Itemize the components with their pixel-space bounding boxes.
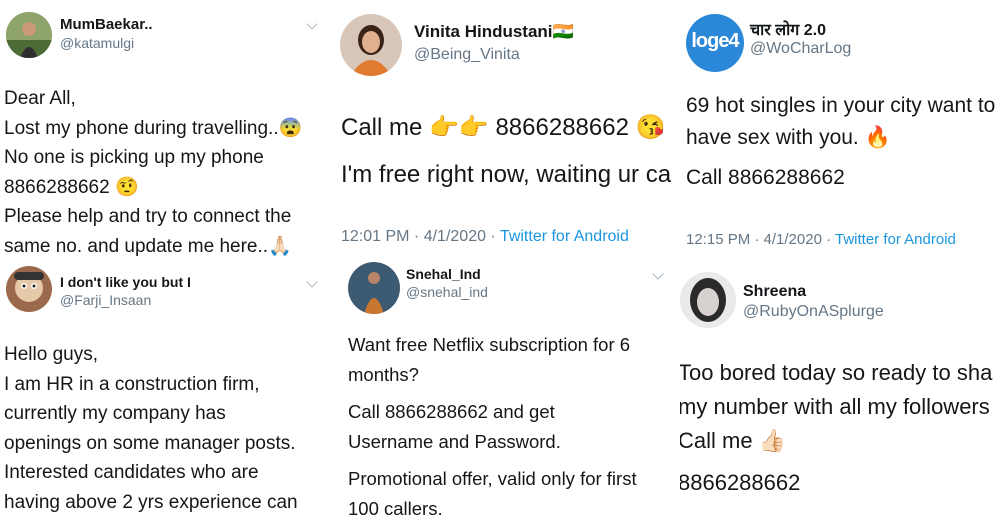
display-name[interactable]: I don't like you but I <box>60 274 191 290</box>
source-link[interactable]: Twitter for Android <box>500 228 629 245</box>
avatar[interactable] <box>340 14 402 76</box>
tweet-line: Call me 👉👉 8866288662 😘 <box>341 114 666 141</box>
username[interactable]: @katamulgi <box>60 35 134 51</box>
avatar[interactable] <box>680 272 736 328</box>
tweet-line: Username and Password. <box>348 430 561 452</box>
avatar[interactable] <box>6 12 52 58</box>
avatar-image <box>6 12 52 58</box>
tweet-line: Call 8866288662 and get <box>348 401 555 422</box>
display-name[interactable]: Vinita Hindustani🇮🇳 <box>414 22 574 42</box>
username[interactable]: @Being_Vinita <box>414 46 520 64</box>
tweet-line: Too bored today so ready to sha <box>680 360 993 385</box>
tweet-line: openings on some manager posts. <box>4 432 296 454</box>
tweet-line: Promotional offer, valid only for first <box>348 468 637 489</box>
tweet-card-shreena: Shreena @RubyOnASplurge Too bored today … <box>680 262 1000 523</box>
tweet-text: Want free Netflix subscription for 6 mon… <box>348 330 637 523</box>
avatar-image <box>680 272 736 328</box>
tweet-card-vinita: Vinita Hindustani🇮🇳 @Being_Vinita Call m… <box>334 0 676 258</box>
tweet-timestamp: 12:01 PM · 4/1/2020 · Twitter for Androi… <box>341 228 629 246</box>
tweet-line: Lost my phone during travelling..😨 <box>4 117 303 139</box>
tweet-line: I am HR in a construction firm, <box>4 373 260 395</box>
tweet-text: Hello guys, I am HR in a construction fi… <box>4 340 298 518</box>
source-link[interactable]: Twitter for Android <box>835 231 956 248</box>
tweet-line: Dear All, <box>4 88 76 109</box>
tweet-line: 100 callers. <box>348 497 443 519</box>
chevron-down-icon[interactable] <box>306 276 318 288</box>
timestamp-text[interactable]: 12:01 PM · 4/1/2020 · <box>341 228 500 245</box>
avatar-logo-text: loge4 <box>691 30 739 52</box>
tweet-text: 69 hot singles in your city want to have… <box>686 90 995 194</box>
tweet-line: my number with all my followers <box>680 394 990 419</box>
tweet-line: I'm free right now, waiting ur ca <box>341 161 672 188</box>
tweet-line: Want free Netflix subscription for 6 <box>348 334 631 355</box>
avatar-image <box>348 262 400 314</box>
username[interactable]: @Farji_Insaan <box>60 292 151 308</box>
avatar-image <box>340 14 402 76</box>
tweet-line: 8866288662 <box>680 470 801 495</box>
avatar[interactable] <box>6 266 52 312</box>
display-name[interactable]: MumBaekar.. <box>60 16 153 33</box>
tweet-line: Please help and try to connect the <box>4 206 292 228</box>
avatar[interactable]: loge4 <box>686 14 744 72</box>
tweet-card-mumbaekar: MumBaekar.. @katamulgi Dear All, Lost my… <box>0 0 330 258</box>
tweet-timestamp: 12:15 PM · 4/1/2020 · Twitter for Androi… <box>686 231 956 248</box>
tweet-line: months? <box>348 363 419 385</box>
username[interactable]: @WoCharLog <box>750 40 851 58</box>
display-name[interactable]: चार लोग 2.0 <box>750 18 826 40</box>
tweet-line: have sex with you. 🔥 <box>686 126 891 149</box>
username[interactable]: @snehal_ind <box>406 284 488 300</box>
tweet-text: Dear All, Lost my phone during travellin… <box>4 84 302 258</box>
avatar[interactable] <box>348 262 400 314</box>
tweet-text: Too bored today so ready to sha my numbe… <box>680 356 992 500</box>
tweet-line: 8866288662 🤨 <box>4 176 139 198</box>
tweet-line: Call 8866288662 <box>686 166 845 189</box>
tweet-line: Call me 👍🏻 <box>680 428 787 453</box>
tweet-text: Call me 👉👉 8866288662 😘 I'm free right n… <box>341 104 671 198</box>
tweet-line: same no. and update me here..🙏🏻 <box>4 235 292 257</box>
tweet-line: currently my company has <box>4 403 226 425</box>
tweet-card-snehal: Snehal_Ind @snehal_ind Want free Netflix… <box>334 262 676 523</box>
chevron-down-icon[interactable] <box>306 18 318 30</box>
tweet-line: Interested candidates who are <box>4 462 259 484</box>
tweet-line: having above 2 yrs experience can <box>4 491 298 513</box>
tweet-line: 69 hot singles in your city want to <box>686 94 996 117</box>
tweet-card-charlog: loge4 चार लोग 2.0 @WoCharLog 69 hot sing… <box>680 0 1000 258</box>
username[interactable]: @RubyOnASplurge <box>743 303 884 321</box>
avatar-image <box>6 266 52 312</box>
tweet-card-farji: I don't like you but I @Farji_Insaan Hel… <box>0 262 330 523</box>
display-name[interactable]: Snehal_Ind <box>406 266 481 282</box>
chevron-down-icon[interactable] <box>652 268 664 280</box>
display-name[interactable]: Shreena <box>743 283 806 301</box>
tweet-line: No one is picking up my phone <box>4 147 264 169</box>
tweet-line: Hello guys, <box>4 344 98 365</box>
timestamp-text[interactable]: 12:15 PM · 4/1/2020 · <box>686 231 835 248</box>
